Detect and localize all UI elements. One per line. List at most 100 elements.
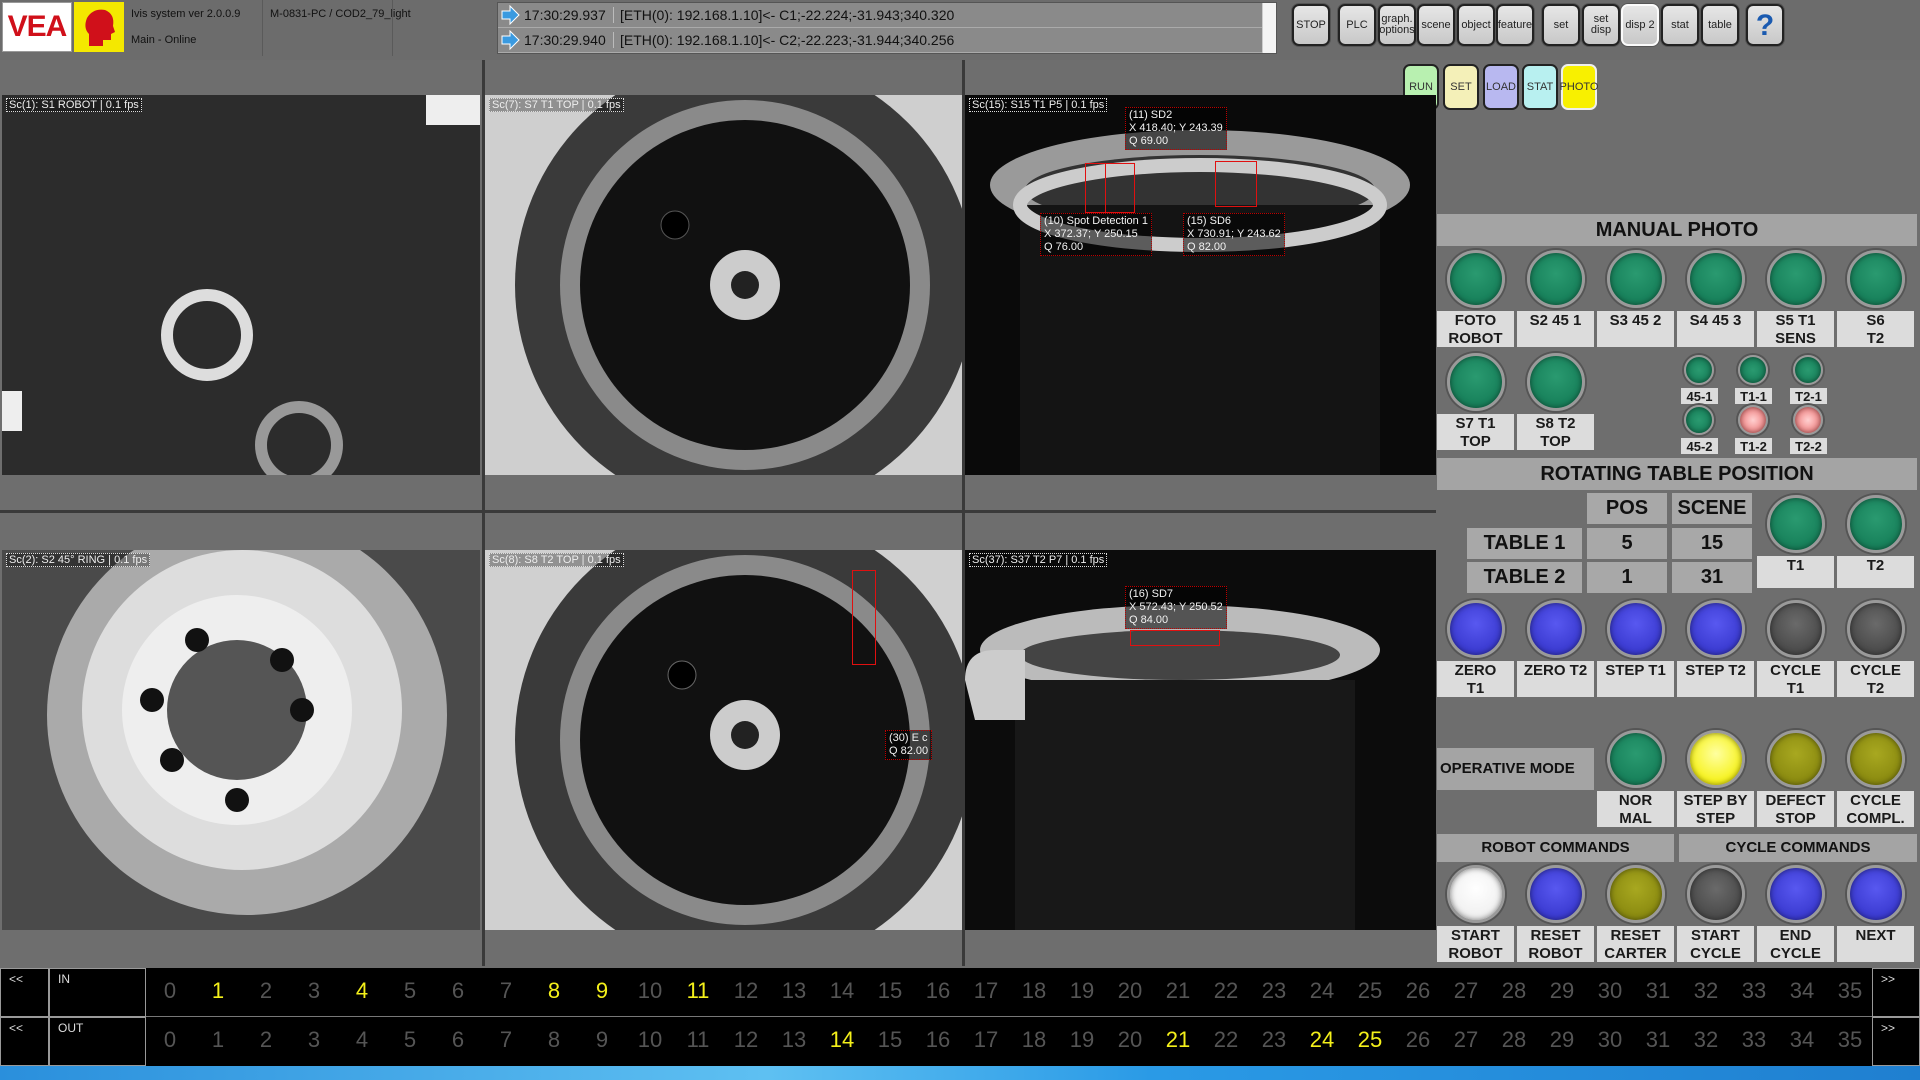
in-bit-35: 35 <box>1837 978 1863 1003</box>
out-bit-5: 5 <box>403 1027 417 1052</box>
round-button[interactable] <box>1607 600 1665 658</box>
round-button[interactable] <box>1607 865 1665 923</box>
round-button[interactable] <box>1447 600 1505 658</box>
detection-box <box>852 570 876 665</box>
round-button[interactable] <box>1527 600 1585 658</box>
arrow-right-icon <box>498 29 522 51</box>
in-bit-33: 33 <box>1741 978 1767 1003</box>
out-bit-29: 29 <box>1549 1027 1575 1052</box>
out-bit-24: 24 <box>1309 1027 1335 1052</box>
round-button[interactable] <box>1447 865 1505 923</box>
out-bit-3: 3 <box>307 1027 321 1052</box>
button-label: RESET CARTER <box>1597 926 1674 962</box>
log-scrollbar[interactable] <box>1262 3 1276 53</box>
toolbar-PLC-button[interactable]: PLC <box>1338 4 1376 46</box>
round-button[interactable] <box>1767 495 1825 553</box>
toolbar-scene-button[interactable]: scene <box>1417 4 1455 46</box>
round-button[interactable] <box>1607 730 1665 788</box>
out-bit-8: 8 <box>547 1027 561 1052</box>
round-button[interactable] <box>1847 600 1905 658</box>
round-button[interactable] <box>1607 250 1665 308</box>
in-bit-24: 24 <box>1309 978 1335 1003</box>
round-button[interactable] <box>1687 250 1745 308</box>
button-label: NEXT <box>1837 926 1914 962</box>
out-bit-10: 10 <box>637 1027 663 1052</box>
camera-title: Sc(1): S1 ROBOT | 0.1 fps <box>6 98 142 112</box>
camera-view[interactable]: Sc(1): S1 ROBOT | 0.1 fps <box>2 95 480 475</box>
out-bit-31: 31 <box>1645 1027 1671 1052</box>
in-bit-19: 19 <box>1069 978 1095 1003</box>
round-button[interactable] <box>1847 730 1905 788</box>
round-button[interactable] <box>1767 865 1825 923</box>
table-row-name: TABLE 2 <box>1467 562 1582 593</box>
in-bit-6: 6 <box>451 978 465 1003</box>
round-button[interactable] <box>1767 600 1825 658</box>
toolbar-set-disp-button[interactable]: set disp <box>1582 4 1620 46</box>
round-button[interactable] <box>1847 250 1905 308</box>
round-button[interactable] <box>1687 730 1745 788</box>
camera-view[interactable]: Sc(8): S8 T2 TOP | 0.1 fps (30) E c Q 82.… <box>485 550 962 930</box>
out-bit-12: 12 <box>733 1027 759 1052</box>
table-scene-value: 15 <box>1672 528 1752 559</box>
camera-image <box>485 95 962 475</box>
in-next-button[interactable]: >> <box>1872 968 1920 1017</box>
camera-view[interactable]: Sc(37): S37 T2 P7 | 0.1 fps (16) SD7 X 57… <box>965 550 1436 930</box>
operative-mode-label: OPERATIVE MODE <box>1437 748 1594 790</box>
toolbar-feature-button[interactable]: feature <box>1496 4 1534 46</box>
message-log[interactable]: 17:30:29.937 [ETH(0): 192.168.1.10]<- C1… <box>497 2 1277 54</box>
in-prev-button[interactable]: << <box>0 968 49 1017</box>
camera-view[interactable]: Sc(7): S7 T1 TOP | 0.1 fps <box>485 95 962 475</box>
round-button[interactable] <box>1447 353 1505 411</box>
round-button[interactable] <box>1767 730 1825 788</box>
out-bit-26: 26 <box>1405 1027 1431 1052</box>
toolbar-object-button[interactable]: object <box>1457 4 1495 46</box>
button-label: S8 T2 TOP <box>1517 414 1594 450</box>
button-label: START ROBOT <box>1437 926 1514 962</box>
button-label: CYCLE COMPL. <box>1837 791 1914 827</box>
in-bit-26: 26 <box>1405 978 1431 1003</box>
button-label: START CYCLE <box>1677 926 1754 962</box>
in-bit-27: 27 <box>1453 978 1479 1003</box>
round-button[interactable] <box>1767 250 1825 308</box>
help-button[interactable]: ? <box>1746 4 1784 46</box>
round-button[interactable] <box>1847 495 1905 553</box>
camera-view[interactable]: Sc(2): S2 45° RING | 0.1 fps <box>2 550 480 930</box>
in-bit-2: 2 <box>259 978 273 1003</box>
version-text: Ivis system ver 2.0.0.9 <box>131 8 241 20</box>
toolbar-disp-2-button[interactable]: disp 2 <box>1621 4 1659 46</box>
toolbar-stat-button[interactable]: stat <box>1661 4 1699 46</box>
out-bit-17: 17 <box>973 1027 999 1052</box>
toolbar-STOP-button[interactable]: STOP <box>1292 4 1330 46</box>
station-name: M-0831-PC / COD2_79_light <box>270 8 411 20</box>
out-bit-0: 0 <box>163 1027 177 1052</box>
out-prev-button[interactable]: << <box>0 1017 49 1066</box>
round-button[interactable] <box>1527 353 1585 411</box>
camera-view[interactable]: Sc(15): S15 T1 P5 | 0.1 fps (11) SD2 X 41… <box>965 95 1436 475</box>
button-label: STEP T2 <box>1677 661 1754 697</box>
detection-label: (11) SD2 X 418.40; Y 243.39 Q 69.00 <box>1125 107 1227 150</box>
round-button[interactable] <box>1687 600 1745 658</box>
in-bit-4: 4 <box>355 978 369 1003</box>
log-time: 17:30:29.940 <box>522 32 614 48</box>
round-button[interactable] <box>1687 865 1745 923</box>
in-bit-28: 28 <box>1501 978 1527 1003</box>
out-bit-32: 32 <box>1693 1027 1719 1052</box>
toolbar-table-button[interactable]: table <box>1701 4 1739 46</box>
round-button[interactable] <box>1527 865 1585 923</box>
in-bit-8: 8 <box>547 978 561 1003</box>
in-bit-15: 15 <box>877 978 903 1003</box>
in-bit-17: 17 <box>973 978 999 1003</box>
out-bit-14: 14 <box>829 1027 855 1052</box>
arrow-right-icon <box>498 4 522 26</box>
out-bit-16: 16 <box>925 1027 951 1052</box>
toolbar-set-button[interactable]: set <box>1542 4 1580 46</box>
round-button[interactable] <box>1447 250 1505 308</box>
round-button[interactable] <box>1847 865 1905 923</box>
toolbar-graph-options-button[interactable]: graph. options <box>1378 4 1416 46</box>
button-label: S6 T2 <box>1837 311 1914 347</box>
out-bit-25: 25 <box>1357 1027 1383 1052</box>
button-label: ZERO T2 <box>1517 661 1594 697</box>
round-button[interactable] <box>1527 250 1585 308</box>
out-next-button[interactable]: >> <box>1872 1017 1920 1066</box>
io-status-bar: << IN << OUT >> >> 0 1 2 3 4 5 6 7 8 9 10 11 12 13 14 1… <box>0 968 1920 1066</box>
